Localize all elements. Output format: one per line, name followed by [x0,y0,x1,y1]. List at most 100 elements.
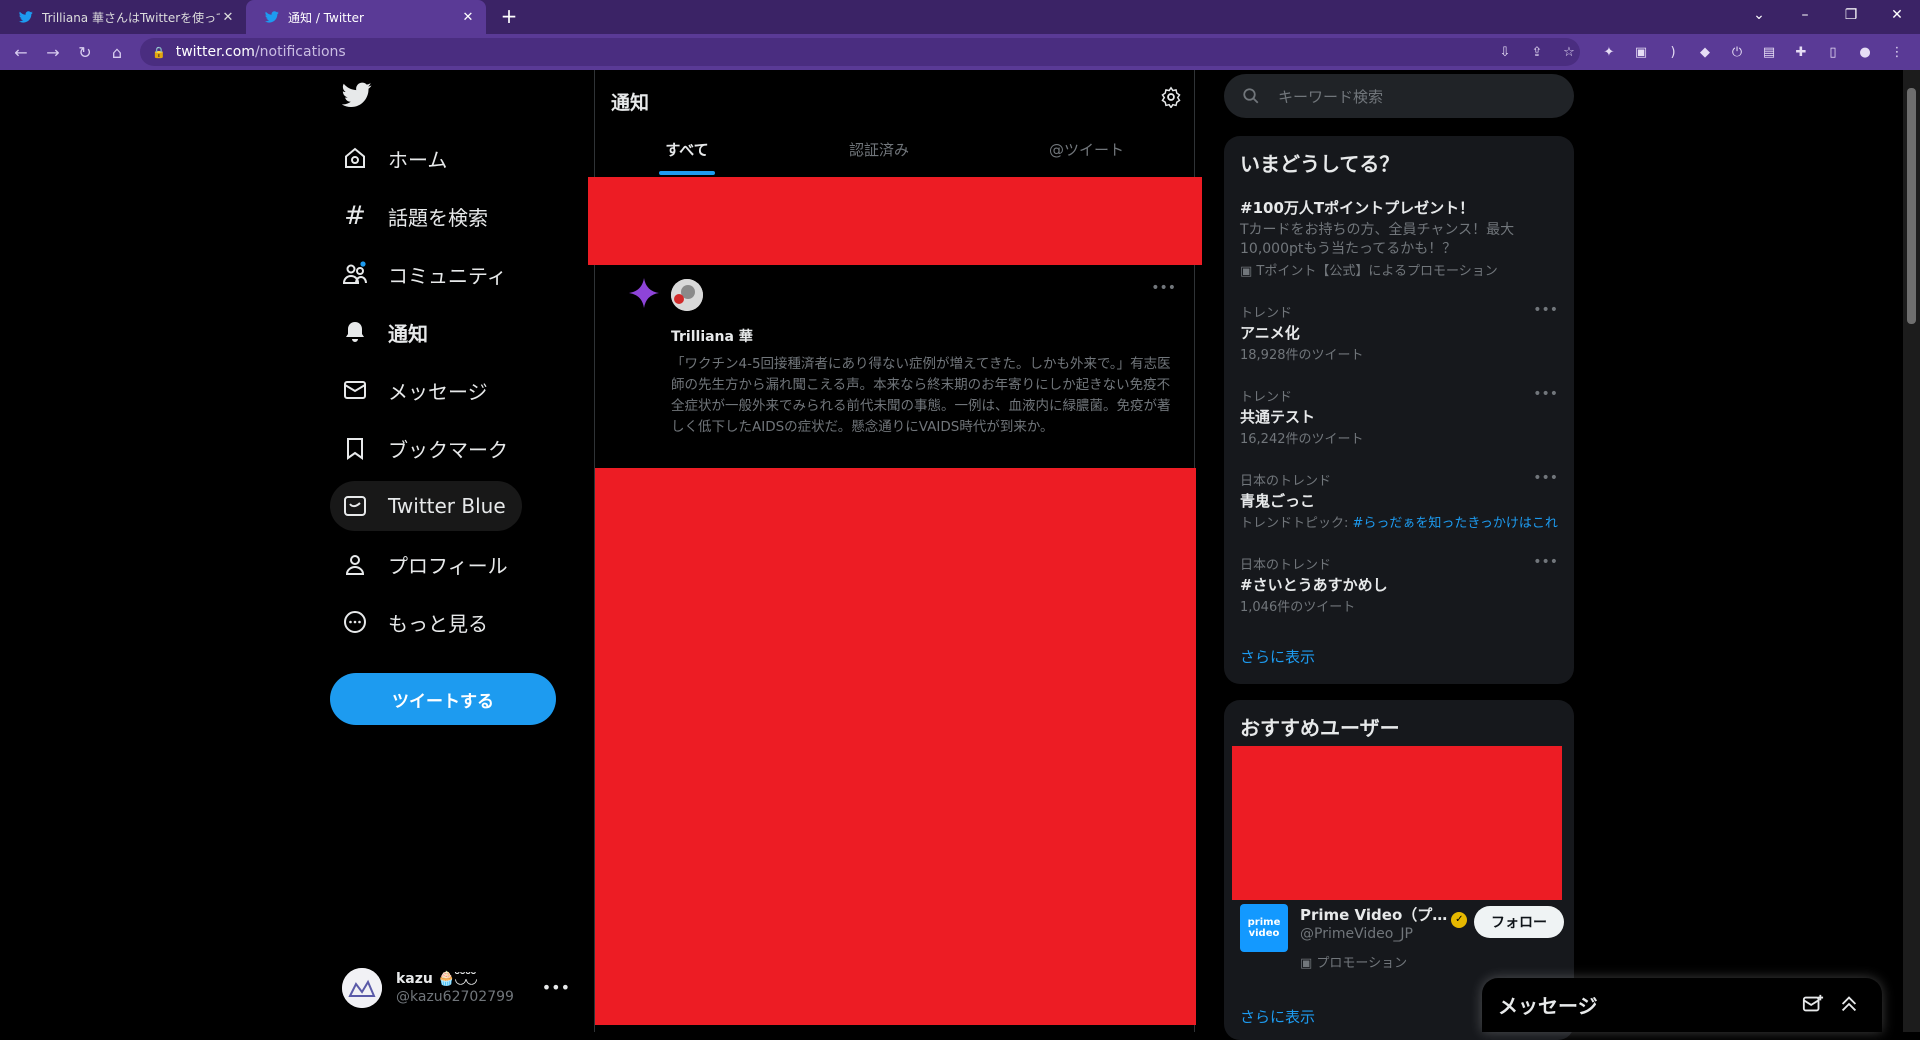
home-icon [342,145,368,171]
nav-item-explore[interactable]: # 話題を検索 [330,191,504,241]
nav-item-messages[interactable]: メッセージ [330,365,504,415]
extension-fox-icon[interactable]: ◆ [1696,43,1714,61]
share-icon[interactable]: ⇪ [1528,43,1546,61]
more-dots-icon[interactable]: ••• [1533,470,1558,486]
trends-panel: いまどうしてる？ #100万人Tポイントプレゼント！ Tカードをお持ちの方、全員… [1224,136,1574,684]
trend-topic: トレンドトピック: #らっだぁを知ったきっかけはこれ [1240,516,1558,531]
bookmark-star-icon[interactable]: ☆ [1560,43,1578,61]
back-icon[interactable]: ← [10,41,32,63]
nav-item-notifications[interactable]: 通知 [330,307,444,357]
nav-item-label: Twitter Blue [388,494,506,518]
new-message-icon[interactable] [1802,993,1824,1015]
new-tab-button[interactable]: + [498,6,520,28]
profile-avatar-icon[interactable]: ● [1856,43,1874,61]
minimize-icon[interactable]: – [1782,0,1828,30]
trend-count: 18,928件のツイート [1240,348,1364,363]
trend-item[interactable]: 日本のトレンド #さいとうあすかめし 1,046件のツイート ••• [1240,554,1560,617]
redacted-notification-2 [595,468,1196,1025]
account-switcher[interactable]: kazu 🧁◟̆◞̆◟̆◞̆ @kazu62702799 ••• [330,958,570,1018]
more-dots-icon[interactable]: ••• [1151,280,1176,296]
promotion-label: ▣ プロモーション [1300,956,1408,971]
install-icon[interactable]: ⇩ [1496,43,1514,61]
twitter-page: ホーム # 話題を検索 コミュニティ 通知 メッセージ ブックマーク Twitt… [0,70,1920,1040]
close-icon[interactable]: ✕ [460,10,476,25]
nav-item-twitter-blue[interactable]: Twitter Blue [330,481,522,531]
notification-tabs: すべて 認証済み @ツイート [595,123,1194,176]
nav-item-bookmarks[interactable]: ブックマーク [330,423,524,473]
community-icon [342,261,368,287]
nav-item-communities[interactable]: コミュニティ [330,249,523,299]
more-dots-icon[interactable]: ••• [1533,386,1558,402]
page-scrollbar[interactable] [1903,70,1920,1032]
more-dots-icon[interactable]: ••• [1533,302,1558,318]
extension-image-icon[interactable]: ▣ [1632,43,1650,61]
trend-meta: 日本のトレンド [1240,558,1332,573]
nav-item-more[interactable]: もっと見る [330,597,504,647]
suggested-user-row[interactable]: prime video Prime Video（プ… ✓ @PrimeVideo_… [1240,904,1564,974]
extension-folder-icon[interactable]: ▤ [1760,43,1778,61]
trend-topic-link[interactable]: #らっだぁを知ったきっかけはこれ [1353,516,1558,531]
messages-drawer[interactable]: メッセージ [1482,978,1882,1032]
show-more-link[interactable]: さらに表示 [1240,1006,1315,1027]
forward-icon[interactable]: → [42,41,64,63]
home-browser-icon[interactable]: ⌂ [106,41,128,63]
tweet-button[interactable]: ツイートする [330,673,556,725]
browser-tab-2[interactable]: 通知 / Twitter ✕ [246,0,486,34]
address-bar[interactable]: 🔒 twitter.com/notifications [140,38,1580,66]
extensions-puzzle-icon[interactable]: ✚ [1792,43,1810,61]
trend-meta: トレンド [1240,306,1293,321]
twitter-logo-icon[interactable] [341,82,372,108]
extension-sound-icon[interactable]: ) [1664,43,1682,61]
browser-tab-title: Trilliana 華さんはTwitterを使ってい… [42,10,220,25]
hashtag-icon: # [344,201,366,231]
extension-puzzle-green-icon[interactable]: ✦ [1600,43,1618,61]
trend-count: 16,242件のツイート [1240,432,1364,447]
nav-item-label: コミュニティ [388,263,507,288]
menu-kebab-icon[interactable]: ⋮ [1888,43,1906,61]
browser-tab-1[interactable]: Trilliana 華さんはTwitterを使ってい… ✕ [0,0,246,34]
envelope-icon [342,377,368,403]
search-placeholder: キーワード検索 [1278,87,1384,106]
trend-title: #さいとうあすかめし [1240,576,1388,594]
trend-title: アニメ化 [1240,324,1300,342]
search-input[interactable]: キーワード検索 [1224,74,1574,118]
scrollbar-thumb[interactable] [1907,88,1916,324]
tweet-author[interactable]: Trilliana 華 [671,326,753,346]
extension-power-icon[interactable]: ⏻ [1728,43,1746,61]
nav-item-profile[interactable]: プロフィール [330,539,524,589]
more-dots-icon[interactable]: ••• [542,978,570,997]
promo-title: #100万人Tポイントプレゼント！ [1240,199,1475,217]
trend-item[interactable]: 日本のトレンド 青鬼ごっこ トレンドトピック: #らっだぁを知ったきっかけはこれ… [1240,470,1560,533]
active-tab-indicator [659,171,715,175]
trend-count: 1,046件のツイート [1240,600,1356,615]
more-dots-icon[interactable]: ••• [1533,554,1558,570]
redacted-notification-1 [588,177,1202,265]
trend-item[interactable]: トレンド アニメ化 18,928件のツイート ••• [1240,302,1560,365]
close-icon[interactable]: ✕ [220,10,236,25]
tab-mentions[interactable]: @ツイート [979,123,1194,176]
reload-icon[interactable]: ↻ [74,41,96,63]
show-more-link[interactable]: さらに表示 [1240,646,1315,667]
trend-item[interactable]: トレンド 共通テスト 16,242件のツイート ••• [1240,386,1560,449]
right-sidebar: キーワード検索 いまどうしてる？ #100万人Tポイントプレゼント！ Tカードを… [1224,70,1574,1040]
tab-all[interactable]: すべて [595,123,779,176]
more-circle-icon [342,609,368,635]
tab-search-icon[interactable]: ⌄ [1736,0,1782,30]
tab-verified[interactable]: 認証済み [779,123,979,176]
nav-item-home[interactable]: ホーム [330,133,463,183]
chevron-up-double-icon[interactable] [1838,993,1860,1015]
avatar[interactable] [671,279,703,311]
restore-icon[interactable]: ❐ [1828,0,1874,30]
notifications-column: 通知 すべて 認証済み @ツイート ••• Trilliana 華 「ワクチン4… [588,70,1202,1032]
tweet-text: 「ワクチン4-5回接種済者にあり得ない症例が増えてきた。しかも外来で。」有志医師… [671,356,1171,435]
url-path: /notifications [254,44,346,60]
follow-button[interactable]: フォロー [1474,906,1564,938]
twitter-blue-icon [342,493,368,519]
suggested-user-name: Prime Video（プ… ✓ [1300,904,1468,928]
window-close-icon[interactable]: ✕ [1874,0,1920,30]
side-panel-icon[interactable]: ▯ [1824,43,1842,61]
browser-toolbar: ← → ↻ ⌂ 🔒 twitter.com/notifications ⇩ ⇪ … [0,34,1920,70]
notification-tweet[interactable]: ••• Trilliana 華 「ワクチン4-5回接種済者にあり得ない症例が増え… [595,266,1194,466]
gear-icon[interactable] [1160,86,1182,109]
promoted-trend[interactable]: #100万人Tポイントプレゼント！ Tカードをお持ちの方、全員チャンス！最大10… [1240,196,1560,279]
